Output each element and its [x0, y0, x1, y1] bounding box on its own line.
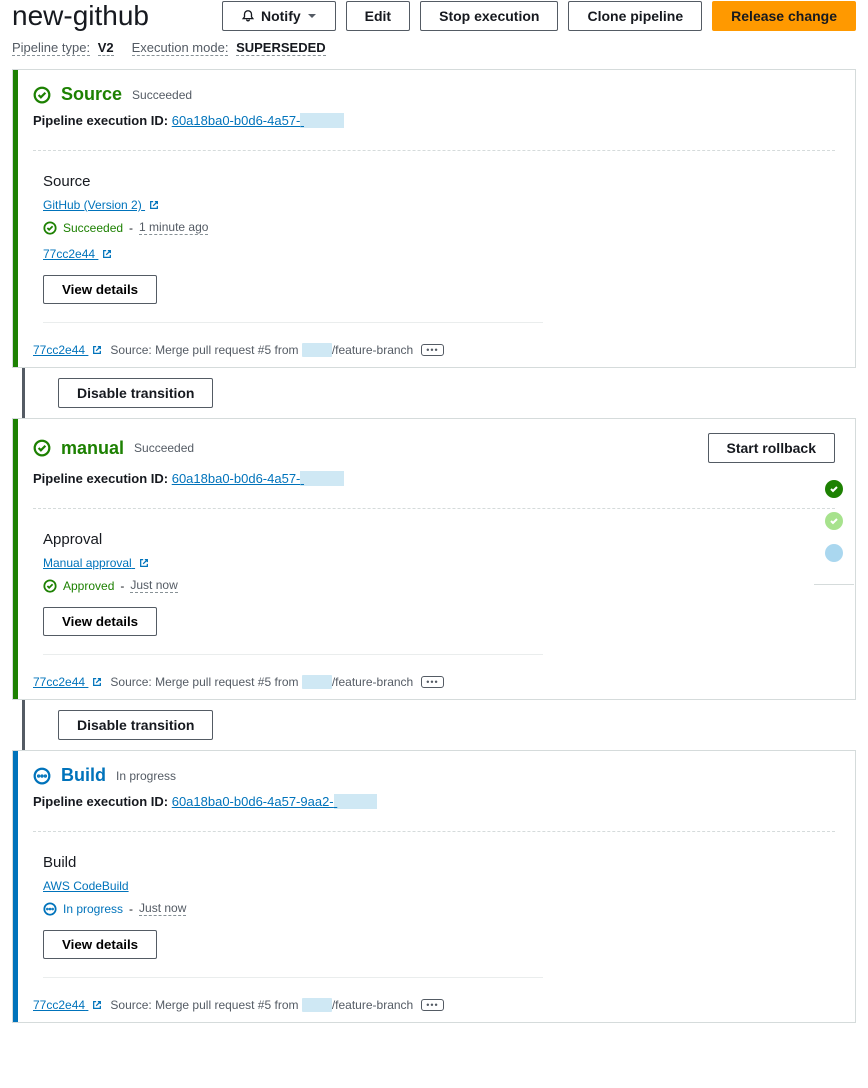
external-link-icon — [139, 558, 149, 568]
action-card-source: Source GitHub (Version 2) Succeeded - 1 … — [43, 163, 543, 323]
external-link-icon — [92, 345, 102, 355]
action-card-approval: Approval Manual approval Approved - Just… — [43, 521, 543, 655]
pipeline-execution-id: Pipeline execution ID: 60a18ba0-b0d6-4a5… — [33, 471, 835, 486]
stage-source: Source Succeeded Pipeline execution ID: … — [12, 69, 856, 368]
stop-execution-button[interactable]: Stop execution — [420, 1, 558, 31]
disable-transition-button[interactable]: Disable transition — [58, 378, 213, 408]
action-card-build: Build AWS CodeBuild In progress - Just n… — [43, 844, 543, 978]
exec-id-link[interactable]: 60a18ba0-b0d6-4a57- — [172, 113, 344, 128]
pipeline-type: Pipeline type: V2 — [12, 40, 114, 55]
action-status: Succeeded — [63, 221, 123, 235]
stage-status: Succeeded — [132, 88, 192, 102]
check-circle-icon — [33, 86, 51, 104]
external-link-icon — [149, 200, 159, 210]
pipeline-execution-id: Pipeline execution ID: 60a18ba0-b0d6-4a5… — [33, 113, 835, 128]
commit-summary-row: 77cc2e44 Source: Merge pull request #5 f… — [33, 998, 835, 1012]
separator: - — [129, 221, 133, 235]
more-button[interactable]: ••• — [421, 676, 443, 688]
pipeline-type-label: Pipeline type: — [12, 40, 90, 56]
transition-1: Disable transition — [12, 368, 856, 418]
commit-summary-row: 77cc2e44 Source: Merge pull request #5 f… — [33, 343, 835, 357]
start-rollback-button[interactable]: Start rollback — [708, 433, 835, 463]
exec-id-link[interactable]: 60a18ba0-b0d6-4a57-9aa2- — [172, 794, 378, 809]
progress-circle-icon — [43, 902, 57, 916]
action-title: Source — [43, 173, 543, 190]
stage-manual: manual Succeeded Start rollback Pipeline… — [12, 418, 856, 700]
commit-link[interactable]: 77cc2e44 — [33, 998, 102, 1012]
pipeline-execution-id: Pipeline execution ID: 60a18ba0-b0d6-4a5… — [33, 794, 835, 809]
external-link-icon — [92, 1000, 102, 1010]
view-details-button[interactable]: View details — [43, 930, 157, 959]
stage-status: In progress — [116, 769, 176, 783]
minimap-dot-inprogress[interactable] — [825, 544, 843, 562]
divider — [33, 150, 835, 151]
action-time: 1 minute ago — [139, 220, 208, 235]
action-status: In progress — [63, 902, 123, 916]
action-status: Approved — [63, 579, 114, 593]
provider-link[interactable]: GitHub (Version 2) — [43, 198, 159, 212]
commit-message: Source: Merge pull request #5 from xxxxx… — [110, 343, 413, 357]
divider — [33, 831, 835, 832]
exec-id-label: Pipeline execution ID: — [33, 471, 168, 486]
more-button[interactable]: ••• — [421, 344, 443, 356]
minimap-divider — [814, 584, 854, 585]
caret-down-icon — [307, 11, 317, 21]
commit-message: Source: Merge pull request #5 from xxxxx… — [110, 675, 413, 689]
clone-pipeline-button[interactable]: Clone pipeline — [568, 1, 702, 31]
view-details-button[interactable]: View details — [43, 607, 157, 636]
action-title: Build — [43, 854, 543, 871]
commit-message: Source: Merge pull request #5 from xxxxx… — [110, 998, 413, 1012]
execution-mode: Execution mode: SUPERSEDED — [132, 40, 326, 55]
commit-summary-row: 77cc2e44 Source: Merge pull request #5 f… — [33, 675, 835, 689]
provider-link[interactable]: Manual approval — [43, 556, 149, 570]
external-link-icon — [102, 249, 112, 259]
commit-link[interactable]: 77cc2e44 — [43, 247, 112, 261]
pipeline-type-value: V2 — [98, 40, 114, 56]
transition-2: Disable transition — [12, 700, 856, 750]
commit-link[interactable]: 77cc2e44 — [33, 343, 102, 357]
stage-name: Build — [61, 765, 106, 786]
action-time: Just now — [139, 901, 186, 916]
separator: - — [120, 579, 124, 593]
notify-label: Notify — [261, 8, 301, 24]
bell-icon — [241, 9, 255, 23]
minimap-dot-succeeded[interactable] — [825, 512, 843, 530]
execution-mode-label: Execution mode: — [132, 40, 229, 56]
external-link-icon — [92, 677, 102, 687]
disable-transition-button[interactable]: Disable transition — [58, 710, 213, 740]
exec-id-label: Pipeline execution ID: — [33, 794, 168, 809]
exec-id-link[interactable]: 60a18ba0-b0d6-4a57- — [172, 471, 344, 486]
release-change-button[interactable]: Release change — [712, 1, 856, 31]
stage-minimap — [814, 480, 854, 585]
commit-link[interactable]: 77cc2e44 — [33, 675, 102, 689]
action-title: Approval — [43, 531, 543, 548]
page-title: new-github — [12, 0, 149, 32]
separator: - — [129, 902, 133, 916]
more-button[interactable]: ••• — [421, 999, 443, 1011]
notify-button[interactable]: Notify — [222, 1, 336, 31]
provider-link[interactable]: AWS CodeBuild — [43, 879, 129, 893]
progress-circle-icon — [33, 767, 51, 785]
minimap-dot-succeeded[interactable] — [825, 480, 843, 498]
stage-name: manual — [61, 438, 124, 459]
action-time: Just now — [130, 578, 177, 593]
execution-mode-value: SUPERSEDED — [236, 40, 326, 56]
divider — [33, 508, 835, 509]
check-circle-icon — [33, 439, 51, 457]
check-circle-icon — [43, 221, 57, 235]
check-circle-icon — [43, 579, 57, 593]
exec-id-label: Pipeline execution ID: — [33, 113, 168, 128]
view-details-button[interactable]: View details — [43, 275, 157, 304]
stage-status: Succeeded — [134, 441, 194, 455]
stage-build: Build In progress Pipeline execution ID:… — [12, 750, 856, 1023]
edit-button[interactable]: Edit — [346, 1, 410, 31]
stage-name: Source — [61, 84, 122, 105]
